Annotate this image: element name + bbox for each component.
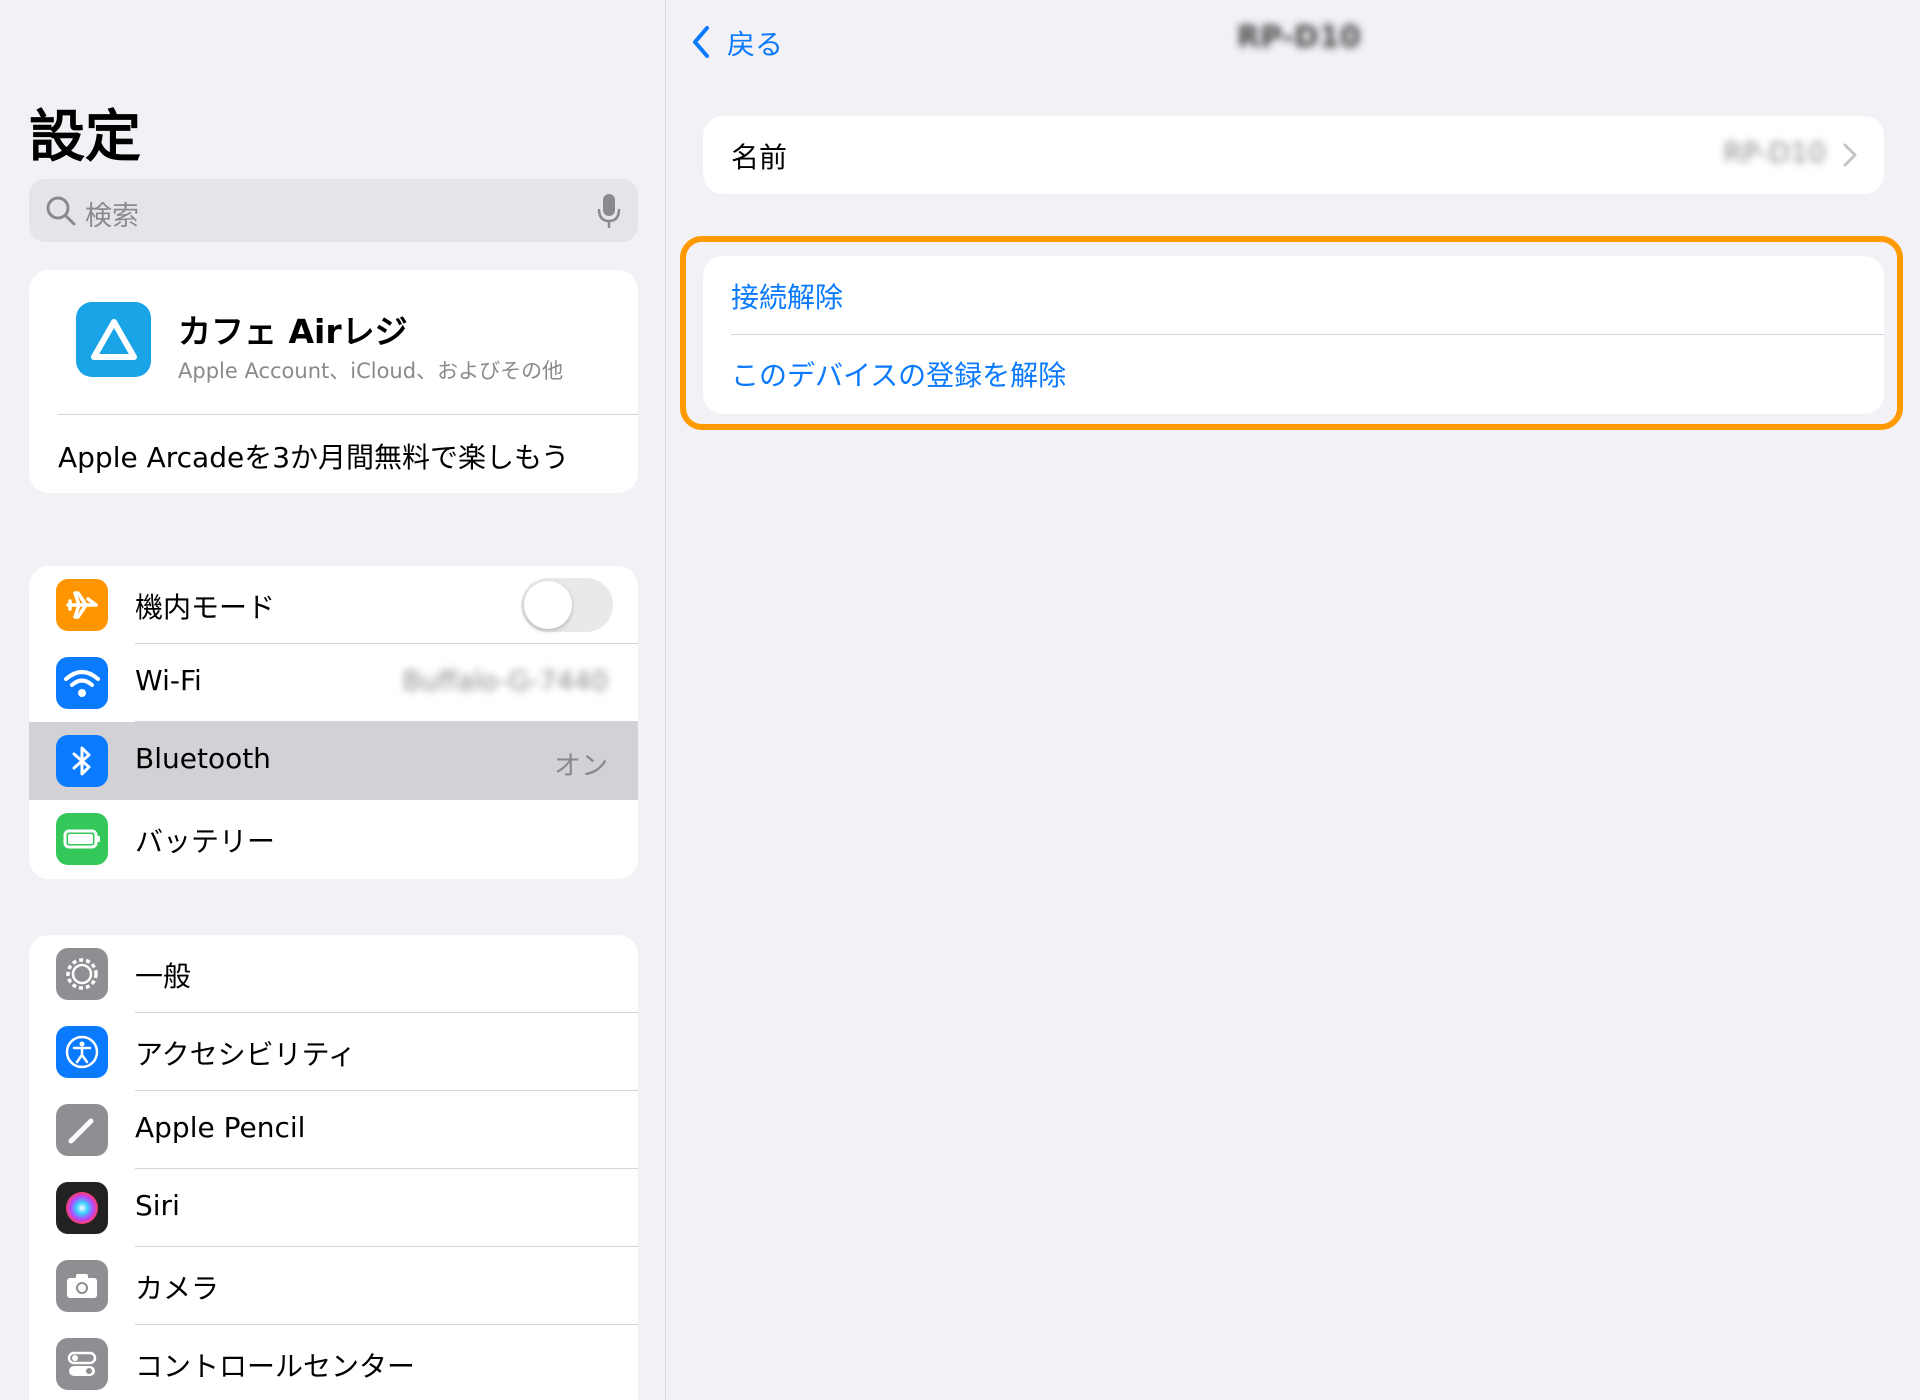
gear-icon — [56, 948, 108, 1000]
sidebar-item-control-center[interactable]: コントロールセンター — [29, 1325, 638, 1400]
device-detail-pane: 戻る RP-D10 名前 RP-D10 接続解除 このデバイスの登録を解除 — [667, 0, 1920, 1400]
sidebar-item-label: Siri — [135, 1189, 180, 1222]
accessibility-icon — [56, 1026, 108, 1078]
sidebar-item-apple-pencil[interactable]: Apple Pencil — [29, 1091, 638, 1169]
arcade-promo-link[interactable]: Apple Arcadeを3か月間無料で楽しもう — [58, 436, 569, 476]
divider — [58, 414, 638, 415]
airplane-mode-toggle[interactable] — [521, 578, 613, 632]
apple-account-card[interactable]: カフェ Airレジ Apple Account、iCloud、およびその他 Ap… — [29, 270, 638, 493]
sidebar-item-label: Apple Pencil — [135, 1111, 306, 1144]
device-name-value: RP-D10 — [1722, 136, 1826, 169]
sidebar-item-label: Wi-Fi — [135, 664, 202, 697]
microphone-icon[interactable] — [596, 191, 622, 231]
airplane-icon — [56, 579, 108, 631]
chevron-right-icon — [1843, 143, 1857, 167]
highlight-box — [680, 236, 1903, 430]
sidebar-item-battery[interactable]: バッテリー — [29, 800, 638, 878]
nav-title: RP-D10 — [1237, 20, 1361, 55]
sidebar-item-bluetooth[interactable]: Bluetooth オン — [29, 722, 638, 800]
bluetooth-icon — [56, 735, 108, 787]
system-group: 一般 アクセシビリティ Apple Pencil Siri カメラ コントロール… — [29, 935, 638, 1400]
pencil-icon — [56, 1104, 108, 1156]
search-icon — [46, 196, 76, 226]
sidebar-item-label: Bluetooth — [135, 742, 271, 775]
back-label: 戻る — [727, 28, 784, 61]
chevron-left-icon — [693, 26, 709, 58]
search-placeholder: 検索 — [85, 201, 139, 232]
page-title: 設定 — [29, 105, 141, 170]
camera-icon — [56, 1260, 108, 1312]
sidebar-item-label: バッテリー — [135, 825, 276, 858]
sidebar-item-label: 機内モード — [135, 591, 276, 624]
wifi-icon — [56, 657, 108, 709]
settings-sidebar: 設定 検索 カフェ Airレジ Apple Account、iCloud、および… — [0, 0, 666, 1400]
battery-icon — [56, 813, 108, 865]
sidebar-item-accessibility[interactable]: アクセシビリティ — [29, 1013, 638, 1091]
siri-icon — [56, 1182, 108, 1234]
control-center-icon — [56, 1338, 108, 1390]
account-subtitle: Apple Account、iCloud、およびその他 — [178, 359, 564, 383]
connectivity-group: 機内モード Wi-Fi Buffalo-G-7440 Bluetooth オン … — [29, 566, 638, 879]
device-name-row[interactable]: 名前 RP-D10 — [703, 116, 1884, 194]
sidebar-item-label: コントロールセンター — [135, 1350, 416, 1383]
bluetooth-status: オン — [554, 751, 608, 782]
sidebar-item-wifi[interactable]: Wi-Fi Buffalo-G-7440 — [29, 644, 638, 722]
sidebar-item-camera[interactable]: カメラ — [29, 1247, 638, 1325]
sidebar-item-airplane-mode[interactable]: 機内モード — [29, 566, 638, 644]
wifi-network-name: Buffalo-G-7440 — [402, 666, 608, 697]
sidebar-item-general[interactable]: 一般 — [29, 935, 638, 1013]
sidebar-item-label: カメラ — [135, 1272, 220, 1305]
sidebar-item-siri[interactable]: Siri — [29, 1169, 638, 1247]
sidebar-item-label: アクセシビリティ — [135, 1038, 356, 1071]
account-name: カフェ Airレジ — [178, 312, 408, 351]
sidebar-item-label: 一般 — [135, 960, 192, 993]
name-label: 名前 — [731, 141, 788, 174]
search-field[interactable]: 検索 — [29, 179, 638, 242]
airregi-app-icon — [76, 302, 151, 377]
